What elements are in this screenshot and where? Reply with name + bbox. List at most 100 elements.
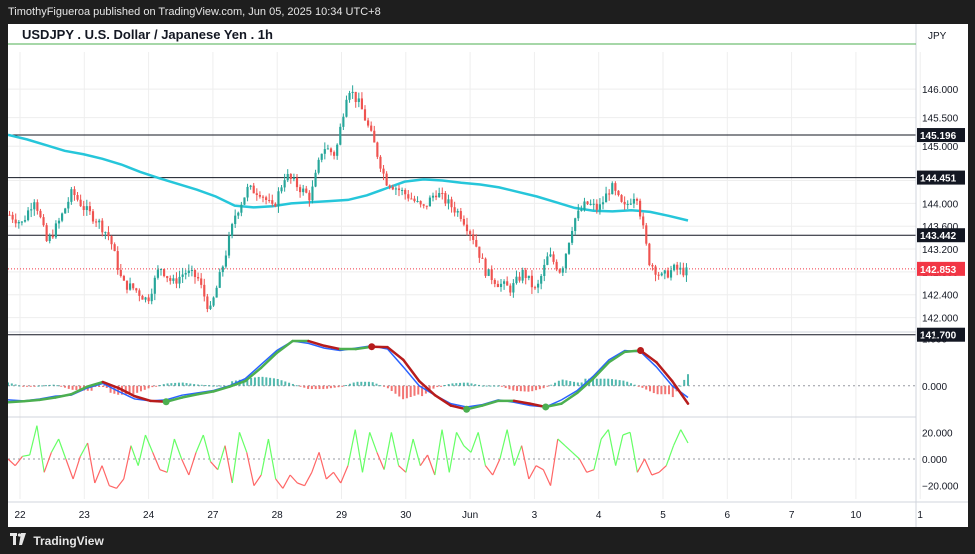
- macd-histogram-bar: [482, 386, 484, 387]
- candle-body: [376, 142, 378, 156]
- candle-body: [342, 117, 344, 127]
- macd-histogram-bar: [569, 381, 571, 386]
- candle-body: [175, 278, 177, 283]
- macd-histogram-bar: [546, 386, 548, 387]
- macd-fast-line: [8, 341, 688, 407]
- candle-body: [416, 201, 418, 202]
- macd-histogram-bar: [379, 385, 381, 386]
- macd-histogram-bar: [619, 380, 621, 386]
- macd-histogram-bar: [467, 383, 469, 386]
- macd-histogram-bar: [516, 386, 518, 391]
- candle-body: [562, 268, 564, 272]
- macd-histogram-bar: [653, 386, 655, 393]
- macd-cross-marker: [542, 403, 549, 410]
- candle-body: [64, 208, 66, 213]
- candle-body: [98, 221, 100, 223]
- osc-segment: [420, 455, 427, 466]
- osc-segment: [442, 430, 449, 473]
- osc-segment: [485, 466, 492, 475]
- x-tick-label: 29: [336, 510, 348, 521]
- candle-body: [491, 269, 493, 280]
- candle-body: [132, 283, 134, 288]
- macd-signal-segment: [55, 394, 71, 397]
- osc-segment: [312, 452, 319, 472]
- macd-histogram-bar: [562, 380, 564, 386]
- candle-body: [70, 189, 72, 202]
- chart-svg[interactable]: 146.000145.500145.000144.400144.000143.6…: [8, 24, 968, 527]
- macd-histogram-bar: [535, 386, 537, 390]
- x-tick-label: 3: [532, 510, 538, 521]
- macd-histogram-bar: [550, 385, 552, 386]
- macd-pane: [8, 341, 916, 413]
- candle-body: [407, 194, 409, 198]
- macd-histogram-bar: [402, 386, 404, 399]
- osc-segment: [8, 459, 15, 466]
- macd-cross-marker: [463, 406, 470, 413]
- osc-segment: [637, 459, 644, 472]
- candle-body: [36, 202, 38, 211]
- candle-body: [61, 213, 63, 220]
- macd-cross-marker: [637, 347, 644, 354]
- candle-body: [157, 270, 159, 278]
- macd-histogram-bar: [554, 383, 556, 386]
- candle-body: [583, 201, 585, 209]
- candle-body: [500, 284, 502, 287]
- macd-histogram-bar: [383, 386, 385, 387]
- macd-histogram-bar: [558, 381, 560, 386]
- candle-body: [15, 220, 17, 224]
- chart-frame[interactable]: 146.000145.500145.000144.400144.000143.6…: [8, 24, 968, 527]
- macd-histogram-bar: [49, 385, 51, 386]
- macd-histogram-bar: [151, 386, 153, 387]
- candle-body: [370, 126, 372, 131]
- candle-body: [151, 294, 153, 301]
- macd-histogram-bar: [37, 386, 39, 387]
- candle-body: [358, 98, 360, 102]
- macd-histogram-bar: [163, 384, 165, 386]
- macd-histogram-bar: [459, 383, 461, 386]
- macd-histogram-bar: [265, 377, 267, 385]
- osc-segment: [160, 470, 167, 473]
- x-tick-label: 24: [143, 510, 155, 521]
- macd-signal-segment: [435, 395, 451, 405]
- osc-segment: [666, 446, 673, 466]
- candle-body: [642, 216, 644, 225]
- candle-body: [364, 109, 366, 120]
- osc-segment: [22, 455, 29, 456]
- candle-body: [327, 148, 329, 149]
- footer-bar: TradingView: [0, 527, 975, 553]
- macd-histogram-bar: [455, 383, 457, 386]
- candle-body: [673, 265, 675, 270]
- candle-body: [212, 298, 214, 306]
- candle-body: [608, 193, 610, 194]
- macd-histogram-bar: [398, 386, 400, 397]
- candle-body: [457, 211, 459, 213]
- macd-cross-marker: [163, 398, 170, 405]
- x-tick-label: 5: [660, 510, 666, 521]
- osc-segment: [102, 466, 109, 486]
- macd-histogram-bar: [356, 382, 358, 386]
- candle-body: [265, 197, 267, 200]
- candle-body: [21, 222, 23, 223]
- candle-body: [18, 222, 20, 223]
- macd-histogram-bar: [159, 385, 161, 386]
- macd-histogram-bar: [668, 386, 670, 394]
- candle-body: [30, 209, 32, 210]
- macd-histogram-bar: [508, 386, 510, 389]
- candle-body: [549, 254, 551, 256]
- candle-body: [525, 270, 527, 278]
- candle-body: [104, 232, 106, 233]
- candle-body: [426, 206, 428, 207]
- macd-histogram-bar: [277, 379, 279, 386]
- candle-body: [42, 217, 44, 225]
- macd-histogram-bar: [136, 386, 138, 393]
- macd-histogram-bar: [615, 380, 617, 386]
- candle-body: [599, 204, 601, 209]
- candle-body: [469, 231, 471, 234]
- osc-segment: [616, 435, 623, 466]
- x-tick-label: 30: [400, 510, 412, 521]
- osc-segment: [138, 435, 145, 466]
- osc-segment: [355, 430, 362, 473]
- osc-segment: [153, 452, 160, 469]
- candle-body: [531, 276, 533, 287]
- macd-histogram-bar: [201, 385, 203, 386]
